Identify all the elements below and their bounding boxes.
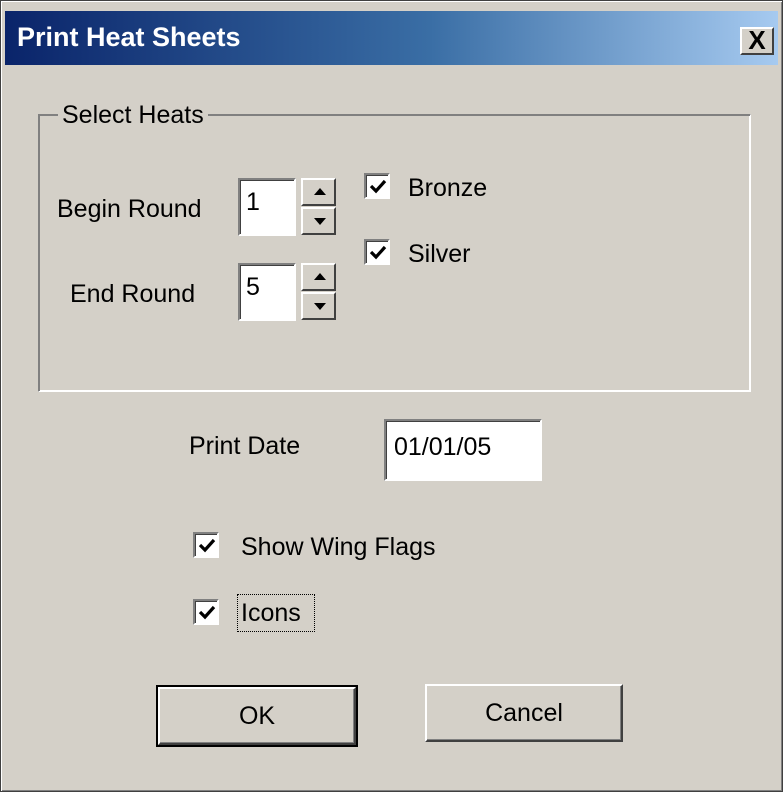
- checkmark-icon: [198, 538, 216, 553]
- show-wing-flags-label: Show Wing Flags: [241, 533, 436, 561]
- select-heats-groupbox: [38, 114, 751, 392]
- ok-button[interactable]: OK: [156, 685, 358, 747]
- end-round-up-button[interactable]: [301, 263, 336, 291]
- arrow-up-icon: [314, 188, 326, 195]
- window-title: Print Heat Sheets: [17, 22, 241, 52]
- print-heat-sheets-dialog: Print Heat Sheets X Select Heats Begin R…: [0, 0, 783, 792]
- begin-round-label: Begin Round: [57, 195, 202, 223]
- begin-round-input[interactable]: 1: [238, 178, 296, 236]
- checkmark-icon: [369, 179, 387, 194]
- show-wing-flags-checkbox[interactable]: [193, 532, 219, 558]
- end-round-label: End Round: [70, 280, 196, 308]
- bronze-checkbox[interactable]: [364, 173, 390, 199]
- arrow-down-icon: [314, 218, 326, 225]
- checkmark-icon: [198, 605, 216, 620]
- arrow-down-icon: [314, 303, 326, 310]
- begin-round-up-button[interactable]: [301, 178, 336, 206]
- print-date-input[interactable]: 01/01/05: [384, 419, 542, 481]
- checkmark-icon: [369, 245, 387, 260]
- select-heats-label: Select Heats: [58, 101, 208, 130]
- icons-checkbox[interactable]: [193, 599, 219, 625]
- title-bar[interactable]: Print Heat Sheets X: [5, 11, 778, 65]
- begin-round-down-button[interactable]: [301, 207, 336, 235]
- arrow-up-icon: [314, 273, 326, 280]
- bronze-label: Bronze: [408, 174, 488, 202]
- icons-label: Icons: [241, 599, 301, 627]
- silver-label: Silver: [408, 240, 471, 268]
- end-round-down-button[interactable]: [301, 292, 336, 320]
- cancel-button[interactable]: Cancel: [425, 684, 623, 742]
- end-round-input[interactable]: 5: [238, 263, 296, 321]
- print-date-label: Print Date: [189, 432, 301, 460]
- silver-checkbox[interactable]: [364, 239, 390, 265]
- close-button[interactable]: X: [740, 25, 774, 55]
- close-icon: X: [748, 25, 766, 55]
